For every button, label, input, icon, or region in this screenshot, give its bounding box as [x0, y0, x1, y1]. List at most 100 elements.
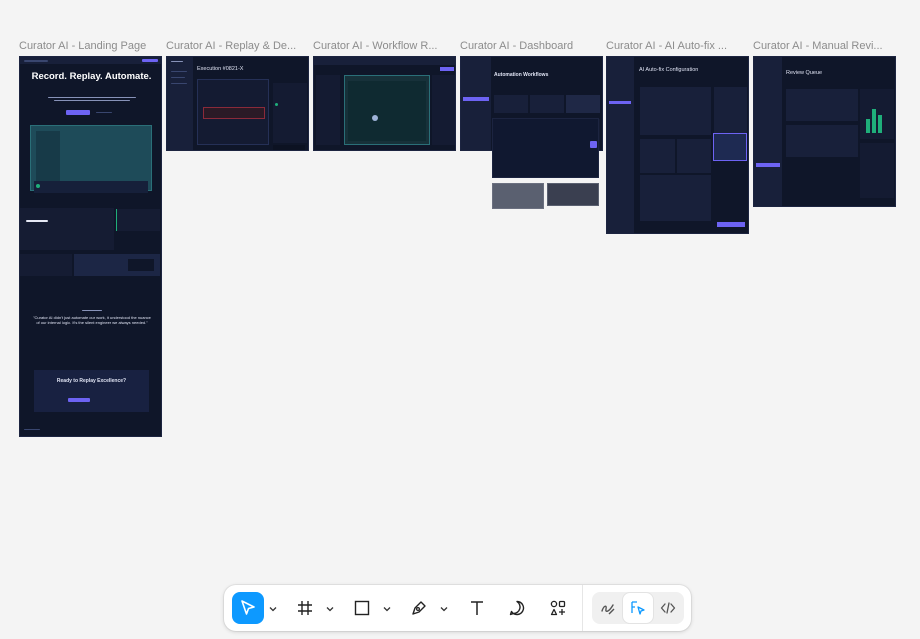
replay-nav-2	[171, 77, 185, 78]
autofix-log-card	[640, 175, 711, 221]
cursor-arrow-icon	[239, 599, 257, 617]
manual-chart-bar-2	[872, 109, 876, 133]
frame-label-autofix[interactable]: Curator AI - AI Auto-fix ...	[606, 40, 746, 52]
dashboard-stat-card-2	[530, 95, 564, 113]
dashboard-table-extension[interactable]	[492, 118, 599, 178]
landing-hero-secondary-btn	[96, 112, 112, 113]
landing-cta-section	[34, 370, 149, 412]
workflow-live-app	[348, 81, 426, 141]
autofix-notify-card	[677, 139, 711, 173]
landing-testimonial-quote: "Curator AI didn't just automate our wor…	[33, 315, 151, 325]
manual-chart-bar-1	[866, 119, 870, 133]
landing-feature-preview	[128, 259, 154, 271]
dashboard-fab	[590, 141, 597, 148]
draw-mode[interactable]	[592, 592, 624, 624]
landing-hero-title: Record. Replay. Automate.	[31, 71, 152, 82]
replay-error-block	[203, 107, 265, 119]
landing-feature-card-3	[20, 254, 72, 276]
dashboard-tooltip-card-1[interactable]	[492, 183, 544, 209]
dashboard-stat-card-1	[494, 95, 528, 113]
replay-nav-3	[171, 83, 187, 84]
autofix-sidebar	[607, 57, 634, 233]
manual-chart-bar-3	[878, 115, 882, 133]
design-mode[interactable]	[622, 592, 654, 624]
dashboard-tooltip-card-2[interactable]	[547, 183, 599, 206]
manual-queue-item-2	[786, 125, 858, 157]
autofix-save-button	[717, 222, 745, 227]
landing-hero-badge-dot	[36, 184, 40, 188]
shape-tool[interactable]	[346, 592, 378, 624]
landing-feature-title	[26, 220, 48, 222]
frame-workflow-recorder[interactable]	[313, 56, 456, 151]
bottom-toolbar	[224, 585, 691, 631]
text-t-icon	[468, 599, 486, 617]
frame-tool[interactable]	[289, 592, 321, 624]
landing-hero-sub-1	[48, 97, 136, 98]
replay-status-dot	[275, 103, 278, 106]
frame-label-replay[interactable]: Curator AI - Replay & De...	[166, 40, 306, 52]
rectangle-icon	[353, 599, 371, 617]
landing-cta-title: Ready to Replay Excellence?	[56, 378, 127, 384]
workflow-header	[314, 57, 455, 65]
comment-tool[interactable]	[501, 592, 533, 624]
autofix-healing-side	[714, 87, 747, 135]
landing-nav-cta	[142, 59, 158, 62]
dashboard-title: Automation Workflows	[494, 72, 549, 78]
manual-sidebar	[754, 57, 782, 206]
replay-popover	[273, 145, 305, 150]
landing-hero-screenshot-sidebar	[36, 131, 60, 187]
frame-label-landing[interactable]: Curator AI - Landing Page	[19, 40, 159, 52]
frame-replay-debug[interactable]: Execution #0821-X	[166, 56, 309, 151]
autofix-title: AI Auto-fix Configuration	[639, 67, 699, 73]
pen-tool-caret[interactable]	[439, 602, 449, 614]
replay-execution-title: Execution #0821-X	[197, 66, 244, 72]
chevron-down-icon	[383, 599, 391, 617]
design-cursor-icon	[629, 599, 647, 617]
move-tool[interactable]	[232, 592, 264, 624]
workflow-steps-panel	[432, 75, 455, 145]
manual-title: Review Queue	[786, 70, 823, 76]
chevron-down-icon	[326, 599, 334, 617]
frame-landing-page[interactable]: Record. Replay. Automate. "Curator AI di…	[19, 56, 162, 437]
landing-footer	[24, 429, 40, 430]
code-brackets-icon	[659, 599, 677, 617]
landing-hero-primary-btn	[66, 110, 90, 115]
frame-ai-autofix[interactable]: AI Auto-fix Configuration	[606, 56, 749, 234]
pen-tool[interactable]	[403, 592, 435, 624]
chevron-down-icon	[440, 599, 448, 617]
text-tool[interactable]	[461, 592, 493, 624]
frame-hash-icon	[296, 599, 314, 617]
dashboard-stat-card-3	[566, 95, 600, 113]
manual-side-panel	[860, 143, 894, 198]
frame-manual-review[interactable]: Review Queue	[753, 56, 896, 207]
workflow-record-button	[440, 67, 454, 71]
actions-tool[interactable]	[542, 592, 574, 624]
replay-right-panel	[273, 83, 307, 143]
frame-label-manual-review[interactable]: Curator AI - Manual Revi...	[753, 40, 893, 52]
dev-mode[interactable]	[652, 592, 684, 624]
manual-sidebar-cta	[756, 163, 780, 167]
replay-logo	[171, 61, 183, 62]
autofix-confidence-card	[640, 139, 675, 173]
autofix-sidebar-active	[609, 101, 631, 104]
landing-stars	[82, 310, 102, 311]
components-plus-icon	[549, 599, 567, 617]
move-tool-caret[interactable]	[268, 602, 278, 614]
landing-cta-button	[68, 398, 90, 402]
autofix-highlight-card	[713, 133, 747, 161]
replay-nav-1	[171, 71, 187, 72]
dashboard-sidebar-cta	[463, 97, 489, 101]
landing-feature-card-2	[116, 209, 160, 231]
toolbar-divider	[582, 585, 583, 631]
shape-tool-caret[interactable]	[382, 602, 392, 614]
manual-queue-item-1	[786, 89, 858, 121]
speech-bubble-icon	[508, 599, 526, 617]
frame-tool-caret[interactable]	[325, 602, 335, 614]
workflow-cursor-marker	[372, 115, 378, 121]
frame-label-workflow[interactable]: Curator AI - Workflow R...	[313, 40, 453, 52]
landing-hero-badge	[34, 181, 148, 193]
frame-label-dashboard[interactable]: Curator AI - Dashboard	[460, 40, 600, 52]
chevron-down-icon	[269, 599, 277, 617]
pen-nib-icon	[410, 599, 428, 617]
landing-logo	[24, 60, 48, 62]
